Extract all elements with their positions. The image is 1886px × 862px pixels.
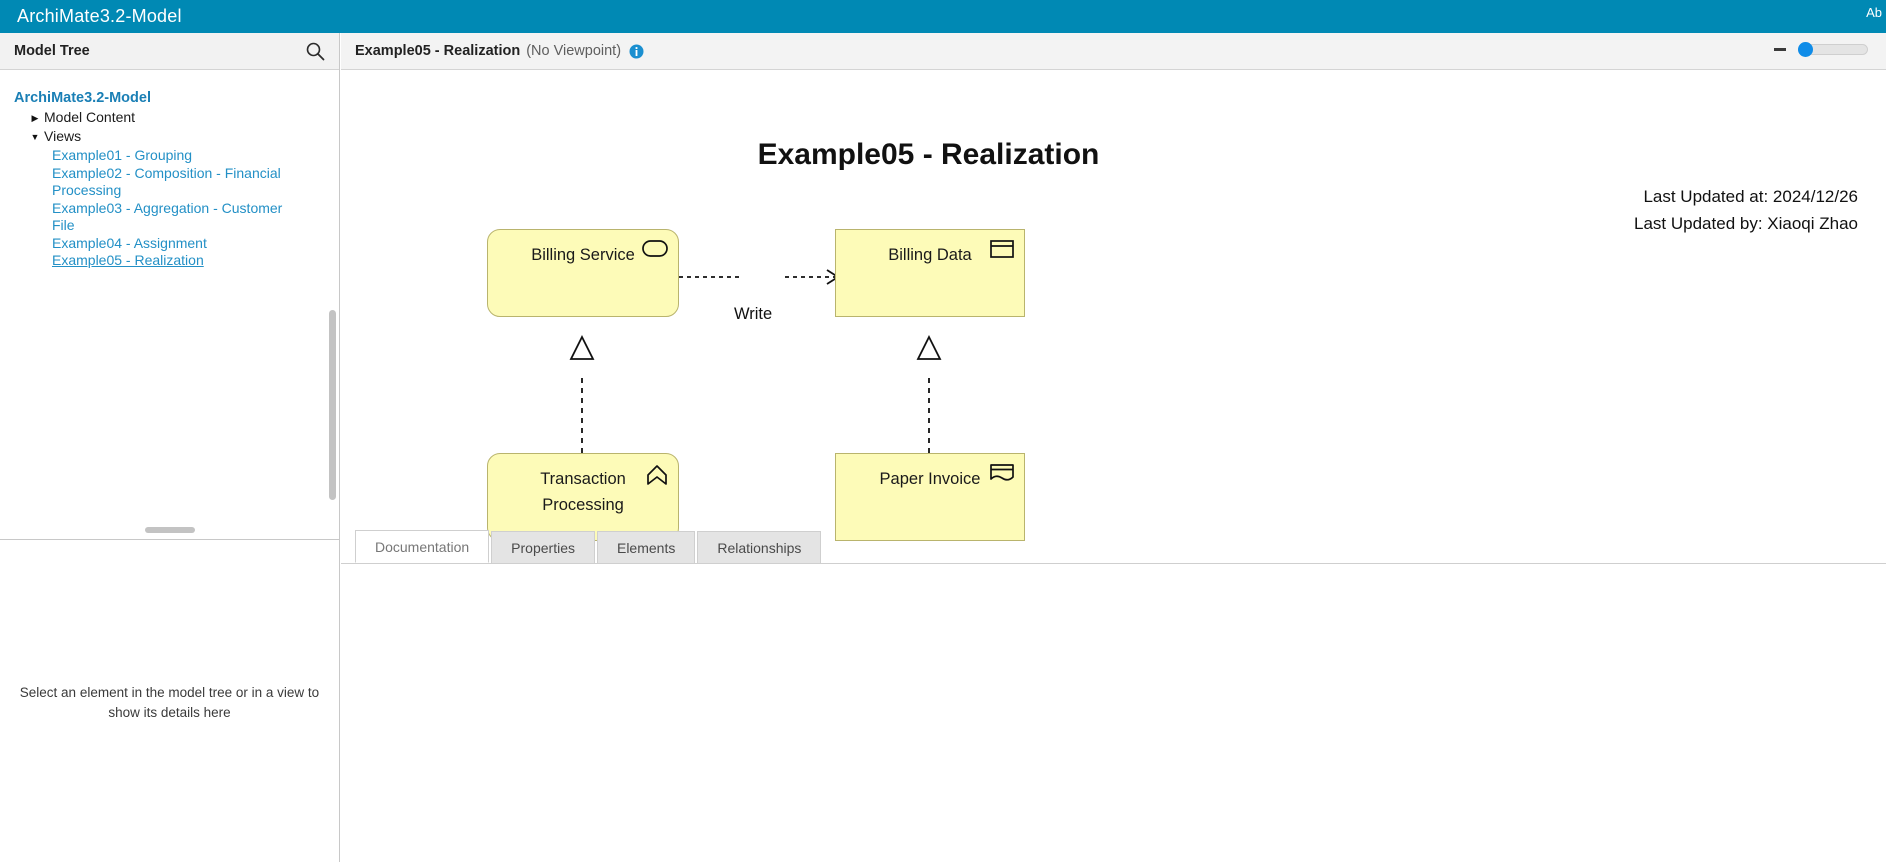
model-tree-panel: Model Tree ArchiMate3.2-Model ▶ Model Co…	[0, 33, 340, 862]
info-icon[interactable]	[621, 44, 644, 59]
view-viewpoint-label: (No Viewpoint)	[526, 43, 622, 59]
tab-label: Documentation	[375, 538, 470, 555]
tab-properties[interactable]: Properties	[491, 531, 595, 563]
detail-tab-bar: Documentation Properties Elements Relati…	[341, 528, 1886, 564]
view-area: Example05 - Realization (No Viewpoint) E…	[341, 33, 1886, 862]
tree-item-example02[interactable]: Example02 - Composition - Financial Proc…	[0, 165, 300, 200]
tree-node-model-content[interactable]: ▶ Model Content	[0, 109, 339, 127]
tab-label: Relationships	[717, 539, 802, 556]
tab-label: Properties	[511, 539, 575, 556]
tree-vertical-scrollbar[interactable]	[329, 310, 336, 500]
diagram-title: Example05 - Realization	[757, 138, 1100, 171]
tree-item-example01[interactable]: Example01 - Grouping	[0, 147, 300, 165]
tab-relationships[interactable]: Relationships	[697, 531, 822, 563]
model-tree-header: Model Tree	[0, 33, 339, 70]
diagram-node-billing-service[interactable]: Billing Service	[487, 229, 679, 317]
app-title-bar: ArchiMate3.2-Model Ab	[0, 0, 1886, 33]
tree-node-label: Model Content	[44, 109, 136, 125]
tab-elements[interactable]: Elements	[596, 531, 696, 563]
chevron-down-icon[interactable]: ▼	[28, 129, 42, 146]
application-service-icon	[642, 240, 668, 262]
tree-root-item[interactable]: ArchiMate3.2-Model	[0, 89, 339, 107]
tab-documentation[interactable]: Documentation	[355, 530, 490, 563]
zoom-slider[interactable]	[1798, 42, 1868, 57]
details-placeholder-text: Select an element in the model tree or i…	[19, 684, 320, 720]
tree-horizontal-scrollbar[interactable]	[145, 527, 195, 533]
application-function-icon	[646, 464, 668, 491]
chevron-right-icon[interactable]: ▶	[28, 110, 42, 127]
model-tree-title: Model Tree	[14, 43, 90, 59]
model-tree-body[interactable]: ArchiMate3.2-Model ▶ Model Content ▼ Vie…	[0, 70, 339, 540]
diagram-node-billing-data[interactable]: Billing Data	[835, 229, 1025, 317]
representation-icon	[990, 464, 1014, 488]
zoom-out-button[interactable]	[1774, 47, 1786, 51]
view-header-bar: Example05 - Realization (No Viewpoint)	[341, 33, 1886, 70]
tree-item-example04[interactable]: Example04 - Assignment	[0, 235, 300, 253]
element-details-panel: Select an element in the model tree or i…	[0, 543, 339, 862]
tree-item-example03[interactable]: Example03 - Aggregation - Customer File	[0, 200, 300, 235]
last-updated-by: Last Updated by: Xiaoqi Zhao	[1634, 214, 1858, 233]
diagram-metadata: Last Updated at: 2024/12/26 Last Updated…	[1634, 183, 1858, 237]
tab-content-documentation[interactable]	[341, 564, 1886, 862]
data-object-icon	[990, 240, 1014, 263]
tree-node-label: Views	[44, 128, 82, 144]
tree-item-example05[interactable]: Example05 - Realization	[0, 252, 300, 270]
tree-node-views[interactable]: ▼ Views	[0, 128, 339, 146]
search-icon[interactable]	[305, 41, 325, 61]
app-title: ArchiMate3.2-Model	[17, 6, 182, 26]
tab-label: Elements	[616, 539, 676, 556]
view-title: Example05 - Realization	[355, 43, 521, 59]
zoom-slider-thumb[interactable]	[1798, 42, 1813, 57]
title-bar-right-label: Ab	[1866, 5, 1882, 20]
zoom-controls	[1774, 42, 1868, 57]
edge-label-write: Write	[731, 305, 776, 324]
diagram-canvas[interactable]: Example05 - Realization Last Updated at:…	[341, 70, 1886, 565]
last-updated-at: Last Updated at: 2024/12/26	[1643, 187, 1858, 206]
